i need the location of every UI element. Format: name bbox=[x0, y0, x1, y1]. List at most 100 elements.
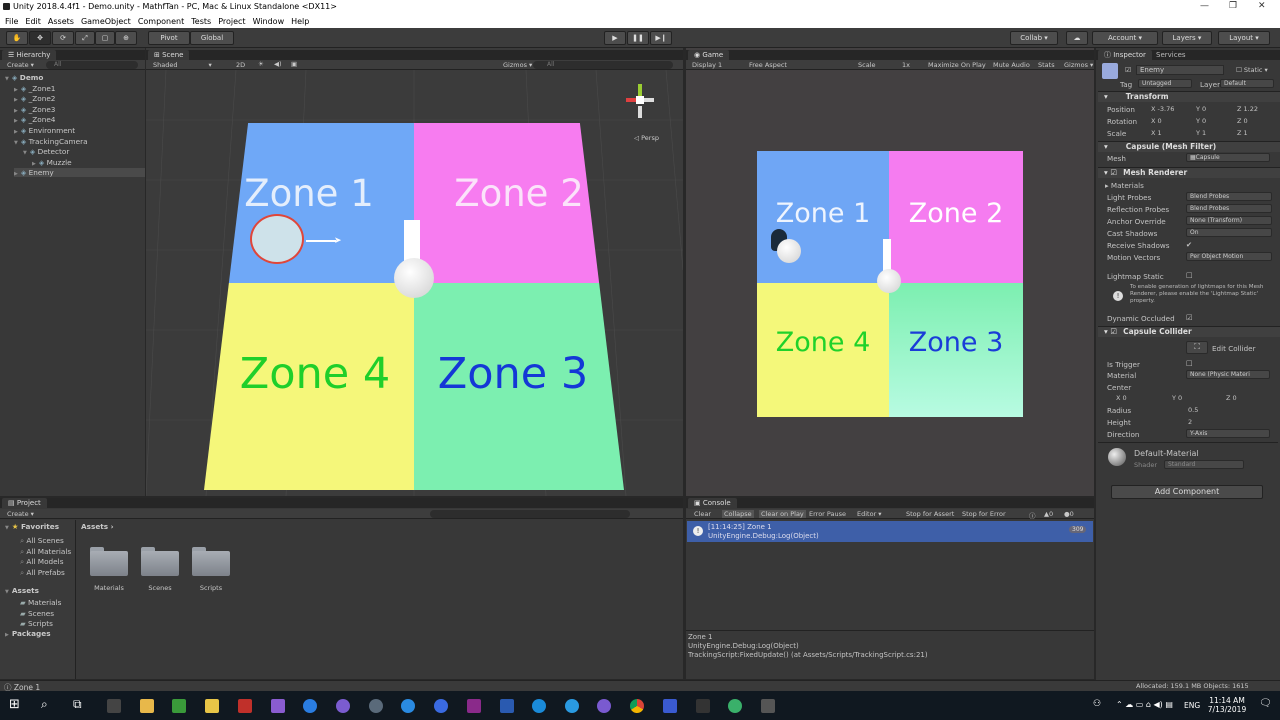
console-toolbar-button[interactable]: Editor ▾ bbox=[857, 510, 882, 518]
asset-tree-item[interactable]: ▰ Scenes bbox=[20, 609, 54, 618]
hierarchy-item[interactable]: ▶ ◈ _Zone1 bbox=[14, 84, 55, 93]
center-x-field[interactable]: X 0 bbox=[1116, 394, 1127, 402]
pivot-button[interactable]: Pivot bbox=[148, 31, 190, 45]
taskbar-app-icon[interactable] bbox=[271, 699, 285, 713]
layers-button[interactable]: Layers ▾ bbox=[1162, 31, 1212, 45]
task-view-icon[interactable]: ⧉ bbox=[73, 697, 82, 712]
move-tool-icon[interactable]: ✥ bbox=[29, 31, 51, 45]
hierarchy-item[interactable]: ▶ ◈ _Zone4 bbox=[14, 115, 55, 124]
rotate-tool-icon[interactable]: ⟳ bbox=[52, 31, 74, 45]
info-count-toggle[interactable]: ⓘ bbox=[1029, 510, 1036, 520]
menu-edit[interactable]: Edit bbox=[25, 17, 41, 26]
menu-file[interactable]: File bbox=[5, 17, 18, 26]
console-entry[interactable]: ! [11:14:25] Zone 1 UnityEngine.Debug:Lo… bbox=[687, 521, 1093, 542]
project-breadcrumb[interactable]: Assets › bbox=[81, 522, 114, 531]
search-icon[interactable]: ⌕ bbox=[41, 697, 48, 712]
favorites-foldout[interactable]: ▼ ★ Favorites bbox=[5, 522, 59, 531]
game-viewport[interactable]: Zone 1 Zone 2 Zone 4 Zone 3 bbox=[757, 151, 1023, 417]
physic-material-field[interactable]: None (Physic Materi bbox=[1186, 370, 1270, 379]
minimize-icon[interactable]: — bbox=[1200, 1, 1209, 11]
maximize-icon[interactable]: ❐ bbox=[1229, 1, 1237, 11]
dynamic-occluded-checkbox[interactable]: ☑ bbox=[1186, 313, 1192, 322]
packages-foldout[interactable]: ▶ Packages bbox=[5, 629, 51, 638]
shading-mode-dropdown[interactable]: Shaded ▾ bbox=[153, 61, 212, 69]
mute-audio-toggle[interactable]: Mute Audio bbox=[993, 61, 1030, 69]
menu-component[interactable]: Component bbox=[138, 17, 184, 26]
tab-services[interactable]: Services bbox=[1156, 50, 1186, 60]
stop-for-error-toggle[interactable]: Stop for Error bbox=[962, 510, 1006, 518]
taskbar-app-icon[interactable] bbox=[532, 699, 546, 713]
position-z-field[interactable]: Z 1.22 bbox=[1237, 105, 1258, 113]
lighting-toggle-icon[interactable]: ☀ bbox=[258, 60, 264, 68]
game-gizmos-dropdown[interactable]: Gizmos ▾ bbox=[1064, 61, 1093, 69]
console-toolbar-button[interactable]: Collapse bbox=[722, 510, 754, 518]
rect-tool-icon[interactable]: ▢ bbox=[95, 31, 115, 45]
taskbar-app-icon[interactable] bbox=[434, 699, 448, 713]
aspect-dropdown[interactable]: Free Aspect bbox=[749, 61, 787, 69]
favorite-item[interactable]: ⌕ All Scenes bbox=[20, 536, 64, 546]
effects-toggle-icon[interactable]: ▣ bbox=[291, 60, 297, 68]
people-icon[interactable]: ⚇ bbox=[1093, 699, 1101, 709]
console-toolbar-button[interactable]: Clear bbox=[694, 510, 711, 518]
active-checkbox[interactable]: ☑ bbox=[1125, 66, 1131, 74]
layout-button[interactable]: Layout ▾ bbox=[1218, 31, 1270, 45]
language-indicator[interactable]: ENG bbox=[1184, 701, 1200, 710]
scene-search-input[interactable]: All bbox=[533, 61, 673, 69]
mesh-renderer-field[interactable]: Per Object Motion bbox=[1186, 252, 1272, 261]
rotation-y-field[interactable]: Y 0 bbox=[1196, 117, 1206, 125]
hierarchy-item[interactable]: ▶ ◈ Muzzle bbox=[32, 158, 72, 167]
hierarchy-item[interactable]: ▶ ◈ Environment bbox=[14, 126, 75, 135]
pause-icon[interactable]: ❚❚ bbox=[627, 31, 649, 45]
folder-icon[interactable] bbox=[90, 546, 128, 576]
gizmos-dropdown[interactable]: Gizmos ▾ bbox=[503, 61, 532, 69]
unity-taskbar-icon[interactable] bbox=[761, 699, 775, 713]
taskbar-app-icon[interactable] bbox=[205, 699, 219, 713]
lightmap-static-checkbox[interactable]: ☐ bbox=[1186, 271, 1192, 280]
hierarchy-item[interactable]: ▼ ◈ Demo bbox=[5, 73, 43, 82]
scale-y-field[interactable]: Y 1 bbox=[1196, 129, 1206, 137]
project-create-button[interactable]: Create ▾ bbox=[7, 510, 34, 518]
hierarchy-item[interactable]: ▼ ◈ Detector bbox=[23, 147, 69, 156]
menu-project[interactable]: Project bbox=[218, 17, 245, 26]
menu-tests[interactable]: Tests bbox=[191, 17, 211, 26]
tag-dropdown[interactable]: Untagged bbox=[1138, 79, 1192, 88]
materials-foldout[interactable]: ▸ Materials bbox=[1105, 181, 1144, 190]
mesh-renderer-field[interactable]: Blend Probes bbox=[1186, 192, 1272, 201]
direction-dropdown[interactable]: Y-Axis bbox=[1186, 429, 1270, 438]
asset-tree-item[interactable]: ▰ Materials bbox=[20, 598, 61, 607]
notifications-icon[interactable]: 🗨 bbox=[1259, 698, 1272, 709]
radius-field[interactable]: 0.5 bbox=[1188, 406, 1198, 414]
shader-dropdown[interactable]: Standard bbox=[1164, 460, 1244, 469]
mesh-renderer-field[interactable]: Blend Probes bbox=[1186, 204, 1272, 213]
taskbar-app-icon[interactable] bbox=[369, 699, 383, 713]
static-checkbox[interactable]: ☐ Static ▾ bbox=[1236, 66, 1268, 74]
mesh-renderer-header[interactable]: ▾ ☑ Mesh Renderer bbox=[1098, 167, 1280, 178]
stop-for-assert-toggle[interactable]: Stop for Assert bbox=[906, 510, 954, 518]
rotation-z-field[interactable]: Z 0 bbox=[1237, 117, 1248, 125]
mesh-renderer-field[interactable]: On bbox=[1186, 228, 1272, 237]
cloud-icon[interactable]: ☁ bbox=[1066, 31, 1088, 45]
display-dropdown[interactable]: Display 1 bbox=[692, 61, 722, 69]
console-toolbar-button[interactable]: Clear on Play bbox=[759, 510, 806, 518]
center-y-field[interactable]: Y 0 bbox=[1172, 394, 1182, 402]
mesh-renderer-field[interactable]: None (Transform) bbox=[1186, 216, 1272, 225]
clock[interactable]: 11:14 AM 7/13/2019 bbox=[1207, 696, 1247, 714]
taskbar-app-icon[interactable] bbox=[107, 699, 121, 713]
scale-x-field[interactable]: X 1 bbox=[1151, 129, 1162, 137]
asset-tree-item[interactable]: ▰ Scripts bbox=[20, 619, 53, 628]
move-handle-x[interactable] bbox=[306, 240, 336, 242]
transform-tool-icon[interactable]: ⊕ bbox=[115, 31, 137, 45]
menu-help[interactable]: Help bbox=[291, 17, 309, 26]
menu-window[interactable]: Window bbox=[253, 17, 285, 26]
is-trigger-checkbox[interactable]: ☐ bbox=[1186, 359, 1192, 368]
chrome-icon[interactable] bbox=[630, 699, 644, 713]
menu-assets[interactable]: Assets bbox=[48, 17, 74, 26]
hierarchy-create-button[interactable]: Create ▾ bbox=[7, 61, 34, 69]
error-count-toggle[interactable]: ●0 bbox=[1064, 510, 1074, 518]
tab-scene[interactable]: ⊞ Scene bbox=[148, 50, 190, 60]
taskbar-app-icon[interactable] bbox=[696, 699, 710, 713]
hierarchy-item[interactable]: ▼ ◈ TrackingCamera bbox=[14, 137, 88, 146]
center-z-field[interactable]: Z 0 bbox=[1226, 394, 1237, 402]
taskbar-app-icon[interactable] bbox=[336, 699, 350, 713]
mesh-field[interactable]: ▦Capsule bbox=[1186, 153, 1270, 162]
